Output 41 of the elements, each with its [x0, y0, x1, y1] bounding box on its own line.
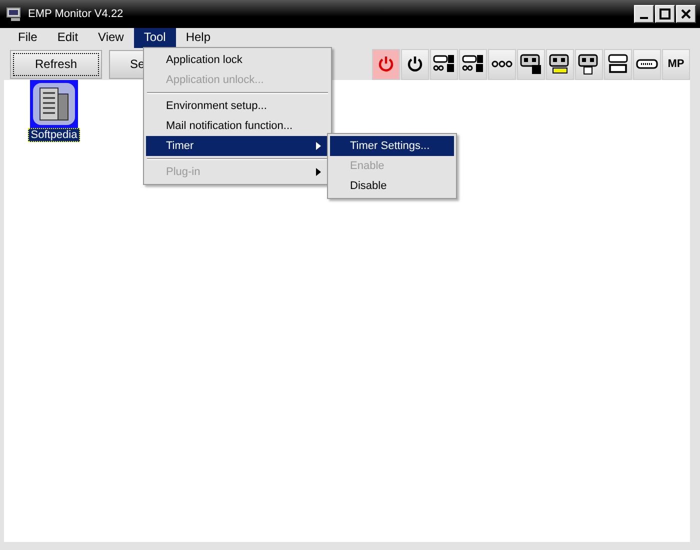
- menu-item[interactable]: Tool: [134, 28, 176, 48]
- device-label[interactable]: Softpedia: [28, 128, 80, 142]
- menu-item[interactable]: Application lock: [146, 50, 329, 70]
- minimize-icon: [640, 17, 648, 19]
- tape-button[interactable]: [517, 48, 545, 80]
- maximize-button[interactable]: [655, 5, 675, 23]
- menu-item[interactable]: Edit: [47, 28, 88, 48]
- tape-button[interactable]: [575, 48, 603, 80]
- menu-item[interactable]: Disable: [330, 176, 454, 196]
- serial-port-icon: [636, 59, 658, 69]
- port-button[interactable]: [430, 48, 458, 80]
- port-button[interactable]: [459, 48, 487, 80]
- menu-item[interactable]: View: [88, 28, 134, 48]
- cassette-icon: [520, 53, 542, 75]
- menu-item[interactable]: Environment setup...: [146, 96, 329, 116]
- dots-button[interactable]: [488, 48, 516, 80]
- maximize-icon: [659, 8, 671, 20]
- menu-item[interactable]: Timer: [146, 136, 329, 156]
- power-icon: [377, 55, 395, 73]
- power-icon: [406, 55, 424, 73]
- three-circles-icon: [491, 59, 513, 69]
- menu-item[interactable]: File: [8, 28, 48, 48]
- tape-button[interactable]: [546, 48, 574, 80]
- minimize-button[interactable]: [634, 5, 654, 23]
- port-icon: [433, 54, 455, 74]
- building-icon[interactable]: [30, 80, 78, 128]
- power-button[interactable]: [401, 48, 429, 80]
- menu-item[interactable]: Help: [176, 28, 221, 48]
- close-icon: [680, 8, 692, 20]
- toolbar-button[interactable]: Refresh: [10, 50, 102, 78]
- close-button[interactable]: [676, 5, 696, 23]
- hdmi-button[interactable]: [604, 48, 632, 80]
- mp-button[interactable]: MP: [662, 48, 690, 80]
- cassette-icon: [578, 53, 600, 75]
- connector-icon: [607, 53, 629, 75]
- serial-button[interactable]: [633, 48, 661, 80]
- cassette-icon: [549, 53, 571, 75]
- port-icon: [462, 54, 484, 74]
- window-title: EMP Monitor V4.22: [28, 8, 124, 20]
- menu-item[interactable]: Mail notification function...: [146, 116, 329, 136]
- menu-item[interactable]: Timer Settings...: [330, 136, 454, 156]
